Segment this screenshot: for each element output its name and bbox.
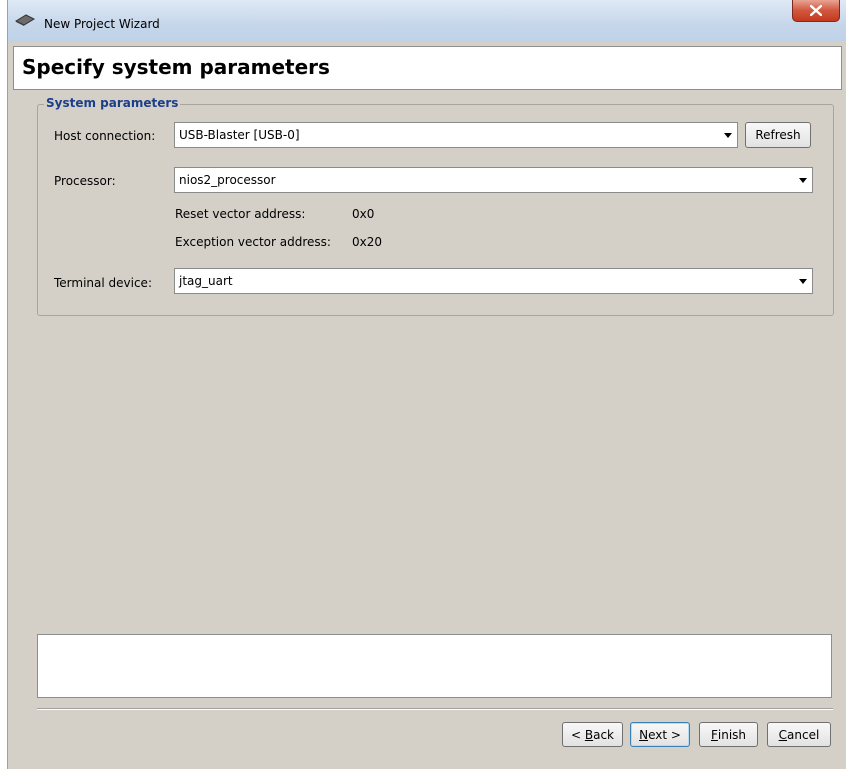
reset-vector-label: Reset vector address: [175, 207, 306, 221]
processor-label: Processor: [54, 174, 116, 188]
cancel-mnemonic: C [778, 727, 788, 742]
next-mnemonic: N [639, 727, 649, 742]
terminal-device-label: Terminal device: [54, 276, 152, 290]
host-connection-label: Host connection: [54, 129, 156, 143]
next-rest: ext > [648, 727, 681, 742]
group-legend: System parameters [44, 96, 181, 110]
finish-mnemonic: F [710, 727, 718, 742]
chevron-down-icon [799, 279, 807, 284]
window-title: New Project Wizard [44, 17, 160, 31]
host-connection-value: USB-Blaster [USB-0] [179, 128, 300, 142]
back-button[interactable]: < Back [562, 722, 623, 747]
close-icon [810, 5, 822, 16]
exception-vector-value: 0x20 [352, 235, 383, 249]
button-separator [37, 708, 833, 710]
refresh-button[interactable]: Refresh [745, 122, 811, 148]
exception-vector-label: Exception vector address: [175, 235, 331, 249]
terminal-device-select[interactable]: jtag_uart [174, 268, 813, 294]
page-header: Specify system parameters [13, 46, 842, 90]
chevron-down-icon [799, 178, 807, 183]
chevron-down-icon [724, 133, 732, 138]
title-bar[interactable]: New Project Wizard [8, 0, 846, 42]
terminal-device-value: jtag_uart [179, 274, 233, 288]
host-connection-select[interactable]: USB-Blaster [USB-0] [174, 122, 738, 148]
back-mnemonic: B [584, 727, 594, 742]
back-prefix: < [570, 727, 585, 742]
finish-rest: inish [717, 727, 747, 742]
cancel-button[interactable]: Cancel [767, 722, 831, 747]
finish-button[interactable]: Finish [699, 722, 758, 747]
page-title: Specify system parameters [22, 55, 330, 79]
cancel-rest: ancel [787, 727, 820, 742]
back-rest: ack [593, 727, 614, 742]
next-button[interactable]: Next > [630, 722, 690, 747]
processor-value: nios2_processor [179, 173, 276, 187]
chip-icon [14, 13, 36, 27]
close-button[interactable] [792, 0, 840, 22]
wizard-window: New Project Wizard Specify system parame… [7, 0, 846, 769]
processor-select[interactable]: nios2_processor [174, 167, 813, 193]
message-area [37, 634, 832, 698]
reset-vector-value: 0x0 [352, 207, 375, 221]
